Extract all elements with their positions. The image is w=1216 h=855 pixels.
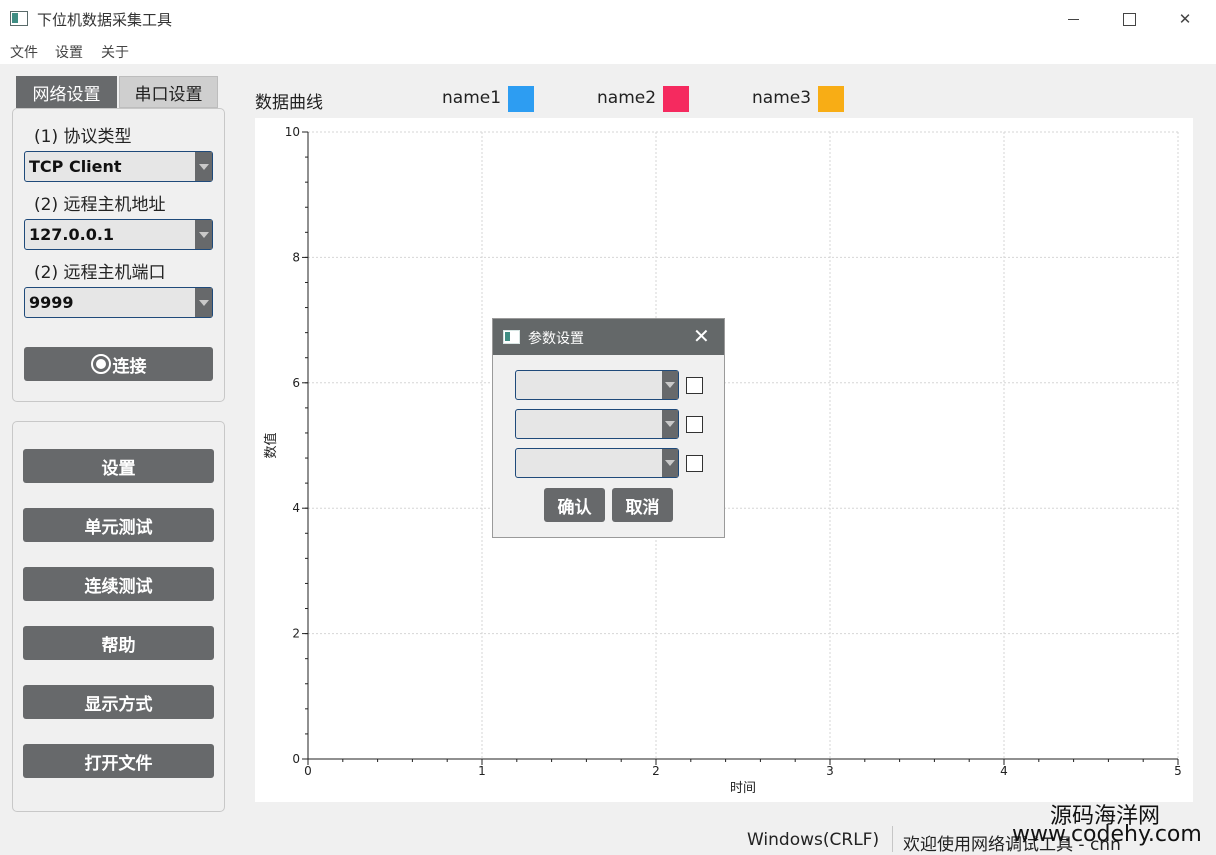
x-tick-label: 3 (826, 764, 834, 778)
parameter-settings-dialog: 参数设置 ✕ 确认 取消 (492, 318, 725, 538)
x-tick-label: 4 (1000, 764, 1008, 778)
y-axis-label: 数值 (263, 432, 279, 458)
param-checkbox-3[interactable] (686, 455, 703, 472)
y-tick-label: 0 (292, 752, 300, 766)
y-tick-label: 10 (285, 125, 300, 139)
x-tick-label: 0 (304, 764, 312, 778)
chevron-down-icon[interactable] (662, 449, 678, 477)
y-tick-label: 8 (292, 250, 300, 264)
param-checkbox-2[interactable] (686, 416, 703, 433)
x-axis-label: 时间 (730, 781, 756, 796)
x-tick-label: 2 (652, 764, 660, 778)
x-tick-label: 1 (478, 764, 486, 778)
param-combo-1[interactable] (515, 370, 679, 400)
watermark-url: www.codehy.com (1012, 822, 1202, 847)
chevron-down-icon[interactable] (662, 410, 678, 438)
status-divider (892, 826, 893, 852)
x-tick-label: 5 (1174, 764, 1182, 778)
y-tick-label: 4 (292, 501, 300, 515)
close-icon[interactable]: ✕ (693, 324, 710, 348)
app-icon (503, 330, 520, 344)
param-checkbox-1[interactable] (686, 377, 703, 394)
status-line-ending: Windows(CRLF) (747, 830, 880, 850)
y-tick-label: 6 (292, 376, 300, 390)
chevron-down-icon[interactable] (662, 371, 678, 399)
param-combo-2[interactable] (515, 409, 679, 439)
confirm-button[interactable]: 确认 (544, 488, 605, 522)
dialog-title: 参数设置 (528, 331, 584, 347)
cancel-button[interactable]: 取消 (612, 488, 673, 522)
y-tick-label: 2 (292, 627, 300, 641)
dialog-title-bar: 参数设置 ✕ (493, 319, 724, 355)
param-combo-3[interactable] (515, 448, 679, 478)
